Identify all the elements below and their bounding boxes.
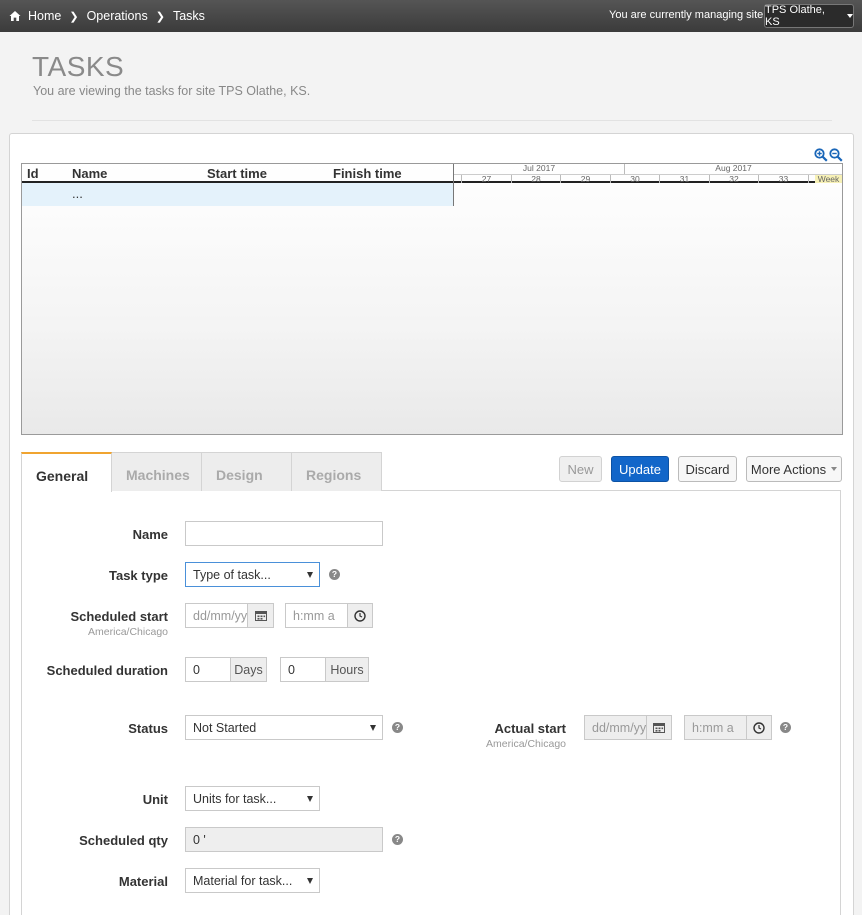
actual-start-date-input[interactable]: dd/mm/yy: [584, 715, 647, 740]
update-button[interactable]: Update: [611, 456, 669, 482]
days-addon-label: Days: [230, 657, 267, 682]
help-icon[interactable]: ?: [392, 722, 403, 733]
caret-down-icon: [847, 14, 853, 18]
chevron-right-icon: ❯: [155, 10, 165, 23]
material-select[interactable]: Material for task...: [185, 868, 320, 893]
name-input[interactable]: [185, 521, 383, 546]
scheduled-start-timezone: America/Chicago: [88, 626, 168, 638]
breadcrumb: Home ❯ Operations ❯ Tasks: [9, 9, 205, 23]
clock-icon[interactable]: [746, 715, 772, 740]
managing-site-label: You are currently managing site:: [609, 9, 767, 21]
unit-value: Units for task...: [193, 792, 277, 806]
gantt-chart: Id Name Start time Finish time ... Jul 2…: [21, 163, 843, 435]
calendar-icon[interactable]: [646, 715, 672, 740]
week-cell: 30: [611, 175, 660, 183]
tab-general[interactable]: General: [21, 452, 112, 492]
month-label: Jul 2017: [454, 164, 625, 174]
duration-days-input[interactable]: 0: [185, 657, 231, 682]
task-type-value: Type of task...: [193, 568, 271, 582]
page-subtitle: You are viewing the tasks for site TPS O…: [33, 84, 311, 98]
help-icon[interactable]: ?: [329, 569, 340, 580]
material-value: Material for task...: [193, 874, 293, 888]
form-container: [21, 490, 841, 915]
breadcrumb-operations[interactable]: Operations: [87, 9, 148, 23]
scheduled-start-label: Scheduled start: [70, 609, 168, 624]
zoom-out-icon[interactable]: [829, 148, 843, 162]
scheduled-qty-label: Scheduled qty: [79, 833, 168, 848]
dropdown-arrow-icon: [370, 725, 376, 731]
column-header-name[interactable]: Name: [72, 166, 107, 181]
clock-icon[interactable]: [347, 603, 373, 628]
column-header-start-time[interactable]: Start time: [207, 166, 267, 181]
scheduled-qty-input[interactable]: 0 ': [185, 827, 383, 852]
task-type-select[interactable]: Type of task...: [185, 562, 320, 587]
material-label: Material: [118, 874, 168, 889]
status-select[interactable]: Not Started: [185, 715, 383, 740]
discard-button[interactable]: Discard: [678, 456, 737, 482]
week-cell: 27: [462, 175, 512, 183]
breadcrumb-tasks: Tasks: [172, 9, 205, 23]
month-label: Aug 2017: [715, 163, 752, 173]
site-selector-button[interactable]: TPS Olathe, KS: [764, 4, 854, 28]
caret-down-icon: [831, 467, 838, 471]
week-cell: 29: [561, 175, 611, 183]
tab-regions[interactable]: Regions: [291, 452, 382, 491]
site-selector-label: TPS Olathe, KS: [765, 4, 825, 28]
actual-start-timezone: America/Chicago: [486, 738, 566, 750]
name-label: Name: [132, 527, 168, 542]
home-icon[interactable]: [9, 10, 21, 22]
unit-select[interactable]: Units for task...: [185, 786, 320, 811]
scheduled-start-date-input[interactable]: dd/mm/yy: [185, 603, 248, 628]
divider: [32, 120, 832, 121]
more-actions-label: More Actions: [750, 461, 827, 477]
status-value: Not Started: [193, 721, 257, 735]
status-label: Status: [128, 721, 168, 736]
new-button[interactable]: New: [559, 456, 602, 482]
help-icon[interactable]: ?: [392, 834, 403, 845]
task-row[interactable]: ...: [22, 183, 454, 206]
dropdown-arrow-icon: [307, 878, 313, 884]
task-type-label: Task type: [108, 568, 168, 583]
calendar-icon[interactable]: [247, 603, 274, 628]
chevron-right-icon: ❯: [69, 10, 79, 23]
week-cell: 28: [512, 175, 561, 183]
week-scale: 27 28 29 30 31 32 33 Week: [454, 174, 842, 183]
tab-design[interactable]: Design: [201, 452, 292, 491]
scheduled-duration-label: Scheduled duration: [46, 663, 168, 678]
task-name-cell: ...: [72, 186, 83, 201]
page-title: TASKS: [32, 51, 125, 82]
actual-start-label: Actual start: [494, 721, 566, 736]
more-actions-button[interactable]: More Actions: [746, 456, 842, 482]
tab-machines[interactable]: Machines: [111, 452, 202, 491]
column-header-id[interactable]: Id: [27, 166, 39, 181]
week-cell: 33: [759, 175, 809, 183]
zoom-in-icon[interactable]: [814, 148, 828, 162]
dropdown-arrow-icon: [307, 796, 313, 802]
column-header-finish-time[interactable]: Finish time: [333, 166, 402, 181]
help-icon[interactable]: ?: [780, 722, 791, 733]
duration-hours-input[interactable]: 0: [280, 657, 326, 682]
scheduled-start-time-input[interactable]: h:mm a: [285, 603, 348, 628]
week-cell: 31: [660, 175, 710, 183]
hours-addon-label: Hours: [325, 657, 369, 682]
gantt-timeline-header: Jul 2017 Aug 2017 27 28 29 30 31 32 33 W…: [454, 164, 842, 183]
unit-label: Unit: [142, 792, 168, 807]
week-cell: [454, 175, 462, 183]
gantt-grid-header: Id Name Start time Finish time: [22, 164, 454, 183]
week-scale-label: Week: [815, 175, 842, 183]
breadcrumb-home[interactable]: Home: [28, 9, 61, 23]
dropdown-arrow-icon: [307, 572, 313, 578]
actual-start-time-input[interactable]: h:mm a: [684, 715, 747, 740]
week-cell: 32: [710, 175, 759, 183]
top-bar: Home ❯ Operations ❯ Tasks You are curren…: [0, 0, 862, 32]
